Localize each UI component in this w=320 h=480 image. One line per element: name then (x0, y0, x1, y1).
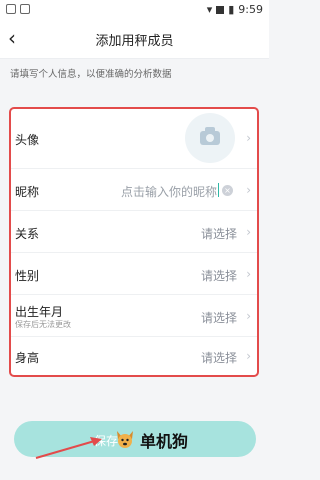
watermark-text: 单机狗 (140, 432, 189, 451)
annotation-arrow (35, 437, 102, 459)
dog-logo-icon (117, 431, 133, 448)
watermark: 单机狗 (114, 428, 188, 452)
